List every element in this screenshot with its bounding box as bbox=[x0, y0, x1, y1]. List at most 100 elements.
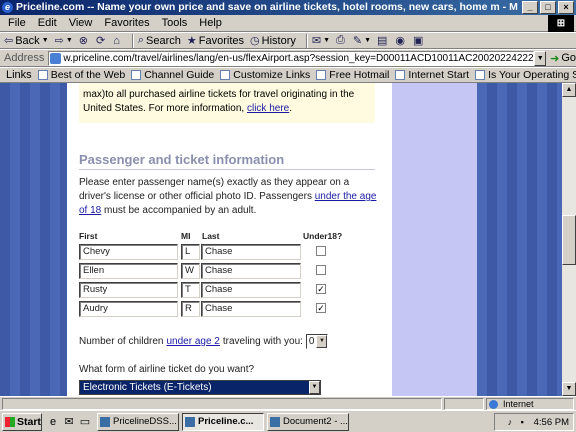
desktop-quicklaunch-icon[interactable]: ▭ bbox=[78, 415, 92, 429]
outlook-quicklaunch-icon[interactable]: ✉ bbox=[62, 415, 76, 429]
under18-checkbox[interactable]: ✓ bbox=[316, 284, 326, 294]
column-header-first: First bbox=[79, 231, 98, 241]
edit-icon: ✎ bbox=[352, 35, 363, 47]
last-name-input[interactable]: Chase bbox=[201, 244, 301, 260]
link-free-hotmail[interactable]: Free Hotmail bbox=[316, 69, 389, 81]
page-viewport: max)to all purchased airline tickets for… bbox=[0, 83, 562, 396]
under-18-link-b[interactable]: of 18 bbox=[79, 205, 101, 216]
last-name-input[interactable]: Chase bbox=[201, 263, 301, 279]
children-count-select[interactable]: 0 ▼ bbox=[305, 334, 329, 349]
scroll-down-button[interactable]: ▼ bbox=[562, 382, 576, 396]
children-count-value: 0 bbox=[308, 336, 315, 347]
go-arrow-icon: ➜ bbox=[550, 52, 560, 65]
network-icon[interactable]: ▪ bbox=[521, 417, 531, 427]
home-button[interactable]: ⌂ bbox=[113, 35, 122, 47]
vertical-scrollbar[interactable]: ▲ ▼ bbox=[562, 83, 576, 396]
link-page-icon bbox=[395, 70, 406, 80]
link-internet-start[interactable]: Internet Start bbox=[395, 69, 469, 81]
background-stripes-left bbox=[0, 83, 67, 396]
middle-initial-input[interactable]: L bbox=[181, 244, 200, 260]
search-button[interactable]: ⌕ Search bbox=[138, 34, 181, 47]
favorites-button[interactable]: ★ Favorites bbox=[187, 34, 244, 48]
address-input[interactable]: w.priceline.com/travel/airlines/lang/en-… bbox=[48, 50, 535, 66]
security-zone: Internet bbox=[486, 397, 574, 410]
click-here-link[interactable]: click here bbox=[247, 103, 289, 114]
under-18-link-a[interactable]: under the age bbox=[315, 191, 377, 202]
menu-file[interactable]: File bbox=[8, 17, 26, 29]
print-icon: ⎙ bbox=[336, 34, 345, 46]
middle-initial-input[interactable]: T bbox=[181, 282, 200, 298]
last-name-input[interactable]: Chase bbox=[201, 301, 301, 317]
link-label: Channel Guide bbox=[144, 69, 215, 81]
messenger-button[interactable]: ◉ bbox=[395, 34, 407, 47]
middle-initial-input[interactable]: R bbox=[181, 301, 200, 317]
column-header-under18: Under18? bbox=[303, 231, 343, 241]
refresh-button[interactable]: ⟳ bbox=[96, 34, 107, 47]
edit-button[interactable]: ✎ ▼ bbox=[353, 34, 371, 47]
close-button[interactable]: × bbox=[558, 1, 574, 14]
chevron-down-icon: ▼ bbox=[316, 335, 328, 348]
first-name-input[interactable]: Audry bbox=[79, 301, 178, 317]
start-button[interactable]: Start bbox=[2, 412, 42, 431]
search-icon: ⌕ bbox=[137, 34, 145, 46]
under-age-2-link[interactable]: under age 2 bbox=[166, 336, 219, 347]
link-label: Customize Links bbox=[233, 69, 311, 81]
link-best-of-web[interactable]: Best of the Web bbox=[37, 69, 125, 81]
scroll-up-button[interactable]: ▲ bbox=[562, 83, 576, 97]
children-label-post: traveling with you: bbox=[222, 336, 303, 347]
address-dropdown-button[interactable]: ▼ bbox=[534, 50, 547, 66]
menu-view[interactable]: View bbox=[69, 17, 93, 29]
back-arrow-icon: ⇦ bbox=[4, 35, 14, 47]
ticket-type-select[interactable]: Electronic Tickets (E-Tickets) ▼ bbox=[79, 380, 321, 395]
first-name-input[interactable]: Rusty bbox=[79, 282, 178, 298]
under18-checkbox[interactable] bbox=[316, 265, 326, 275]
ie-app-icon bbox=[185, 416, 195, 427]
menu-tools[interactable]: Tools bbox=[162, 17, 188, 29]
history-button[interactable]: ◷ History bbox=[250, 34, 296, 48]
link-label: Internet Start bbox=[408, 69, 470, 81]
ie-quicklaunch-icon[interactable]: e bbox=[46, 415, 60, 429]
status-panel bbox=[444, 397, 484, 410]
first-name-input[interactable]: Chevy bbox=[79, 244, 178, 260]
task-label: Document2 - ... bbox=[283, 416, 348, 427]
taskbar-item-active[interactable]: Priceline.c... bbox=[182, 412, 264, 431]
scroll-thumb[interactable] bbox=[562, 215, 576, 265]
link-label: Is Your Operating System Genuine bbox=[488, 69, 576, 81]
back-button[interactable]: ⇦ Back ▼ bbox=[4, 34, 49, 48]
discuss-button[interactable]: ▤ bbox=[377, 34, 389, 47]
under18-checkbox[interactable]: ✓ bbox=[316, 303, 326, 313]
last-name-input[interactable]: Chase bbox=[201, 282, 301, 298]
home-icon: ⌂ bbox=[113, 34, 120, 47]
go-button[interactable]: ➜ Go bbox=[550, 52, 576, 65]
link-channel-guide[interactable]: Channel Guide bbox=[131, 69, 214, 81]
notice-end: . bbox=[289, 103, 292, 114]
back-label: Back bbox=[15, 34, 40, 47]
print-button[interactable]: ⎙ bbox=[336, 34, 347, 47]
link-os-genuine[interactable]: Is Your Operating System Genuine bbox=[475, 69, 576, 81]
window-title: Priceline.com -- Name your own price and… bbox=[16, 1, 518, 13]
windows-flag-icon bbox=[5, 416, 15, 427]
forward-button[interactable]: ⇨ ▼ bbox=[55, 34, 73, 47]
history-label: History bbox=[261, 34, 296, 47]
link-page-icon bbox=[475, 70, 486, 80]
task-label: PricelineDSS... bbox=[113, 416, 177, 427]
mail-button[interactable]: ✉ ▼ bbox=[312, 34, 330, 47]
toolbar-separator bbox=[131, 33, 134, 48]
search-label: Search bbox=[146, 34, 181, 47]
stop-button[interactable]: ⊗ bbox=[79, 34, 90, 47]
taskbar-item[interactable]: Document2 - ... bbox=[267, 412, 349, 431]
link-label: Free Hotmail bbox=[329, 69, 390, 81]
minimize-button[interactable]: _ bbox=[522, 1, 538, 14]
first-name-input[interactable]: Ellen bbox=[79, 263, 178, 279]
research-button[interactable]: ▣ bbox=[413, 34, 425, 47]
volume-icon[interactable]: ♪ bbox=[508, 417, 518, 427]
menu-favorites[interactable]: Favorites bbox=[104, 17, 149, 29]
middle-initial-input[interactable]: W bbox=[181, 263, 200, 279]
menu-edit[interactable]: Edit bbox=[38, 17, 57, 29]
under18-checkbox[interactable] bbox=[316, 246, 326, 256]
taskbar: Start e ✉ ▭ PricelineDSS... Priceline.c.… bbox=[0, 410, 576, 432]
maximize-button[interactable]: □ bbox=[540, 1, 556, 14]
link-customize-links[interactable]: Customize Links bbox=[220, 69, 310, 81]
taskbar-item[interactable]: PricelineDSS... bbox=[97, 412, 179, 431]
menu-help[interactable]: Help bbox=[199, 17, 222, 29]
